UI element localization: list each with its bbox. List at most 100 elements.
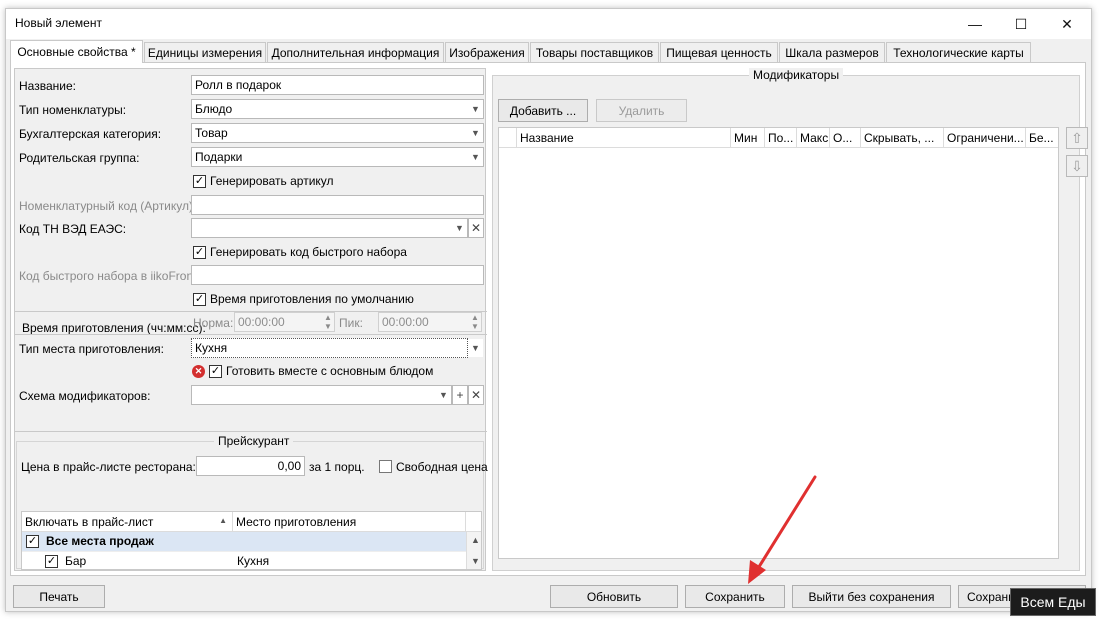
cook-with-main-label: Готовить вместе с основным блюдом [226, 364, 434, 378]
delete-modifier-button[interactable]: Удалить [596, 99, 687, 122]
modifiers-table: Название Мин По... Макс О... Скрывать, .… [498, 127, 1059, 559]
pricelist-legend: Прейскурант [214, 434, 294, 448]
fastcode-input[interactable] [191, 265, 484, 285]
table-row[interactable]: ✓ Все места продаж [22, 532, 466, 551]
refresh-button[interactable]: Обновить [550, 585, 678, 608]
type-label: Тип номенклатуры: [19, 103, 127, 117]
row-checkbox[interactable]: ✓ [26, 535, 39, 548]
scroll-down-icon[interactable]: ▼ [471, 556, 480, 566]
free-price-checkbox[interactable] [379, 460, 392, 473]
tab-supplier-goods[interactable]: Товары поставщиков [530, 42, 659, 62]
chevron-down-icon[interactable]: ▼ [468, 124, 483, 142]
modifiers-group: Модификаторы Добавить ... Удалить Назван… [492, 68, 1088, 571]
peak-input[interactable]: 00:00:00 [378, 312, 482, 332]
cook-with-main-checkbox[interactable]: ✓ [209, 365, 222, 378]
modifiers-table-header: Название Мин По... Макс О... Скрывать, .… [499, 128, 1058, 148]
clear-icon[interactable]: ✕ [468, 385, 484, 405]
price-input[interactable]: 0,00 [196, 456, 305, 476]
type-value: Блюдо [195, 102, 233, 116]
pricelist-table-header: Включать в прайс-лист ▲ Место приготовле… [22, 512, 481, 532]
column-header[interactable]: О... [830, 128, 861, 148]
fastcode-label: Код быстрого набора в iikoFront: [19, 269, 200, 283]
dialog-window: Новый элемент — ☐ ✕ Основные свойства * … [5, 8, 1092, 612]
tnved-label: Код ТН ВЭД ЕАЭС: [19, 222, 127, 236]
scrollbar[interactable]: ▲ ▼ [466, 532, 481, 569]
column-header-label: Включать в прайс-лист [25, 515, 154, 529]
exit-without-save-button[interactable]: Выйти без сохранения [792, 585, 951, 608]
save-button[interactable]: Сохранить [685, 585, 785, 608]
chevron-down-icon[interactable]: ▼ [468, 339, 483, 357]
chevron-down-icon[interactable]: ▼ [468, 148, 483, 166]
norm-label: Норма: [193, 316, 234, 330]
tab-size-scale[interactable]: Шкала размеров [779, 42, 885, 62]
add-modifier-button[interactable]: Добавить ... [498, 99, 588, 122]
column-header[interactable]: Включать в прайс-лист ▲ [22, 512, 233, 532]
watermark-badge: Всем Еды [1010, 588, 1096, 616]
move-up-icon[interactable]: ⇧ [1066, 127, 1088, 149]
row-checkbox[interactable]: ✓ [45, 555, 58, 568]
chevron-down-icon[interactable]: ▼ [436, 386, 451, 404]
tab-images[interactable]: Изображения [445, 42, 529, 62]
spinner-icon: ▲ [471, 313, 479, 322]
price-label: Цена в прайс-листе ресторана: [21, 460, 196, 474]
row-place: Кухня [237, 554, 270, 568]
default-time-label: Время приготовления по умолчанию [210, 292, 414, 306]
add-icon[interactable]: + [452, 385, 468, 405]
spinner-icon: ▲ [324, 313, 332, 322]
cook-time-label: Время приготовления (чч:мм:сс): [22, 321, 206, 335]
column-header[interactable]: Название [517, 128, 731, 148]
article-input[interactable] [191, 195, 484, 215]
column-header[interactable]: Мин [731, 128, 765, 148]
close-button[interactable]: ✕ [1044, 9, 1090, 39]
modifiers-legend: Модификаторы [749, 68, 844, 82]
divider [15, 334, 487, 335]
name-label: Название: [19, 79, 76, 93]
modifier-scheme-label: Схема модификаторов: [19, 389, 151, 403]
pricelist-table: Включать в прайс-лист ▲ Место приготовле… [21, 511, 482, 570]
chevron-down-icon[interactable]: ▼ [468, 100, 483, 118]
gen-fastcode-label: Генерировать код быстрого набора [210, 245, 407, 259]
print-button[interactable]: Печать [13, 585, 105, 608]
parent-group-label: Родительская группа: [19, 151, 140, 165]
free-price-label: Свободная цена [396, 460, 488, 474]
maximize-button[interactable]: ☐ [998, 9, 1044, 39]
scroll-up-icon[interactable]: ▲ [471, 535, 480, 545]
minimize-button[interactable]: — [952, 9, 998, 39]
modifier-scheme-select[interactable] [191, 385, 452, 405]
tnved-select[interactable] [191, 218, 468, 238]
column-header[interactable]: Макс [797, 128, 830, 148]
clear-icon[interactable]: ✕ [468, 218, 484, 238]
column-header-indicator [499, 128, 517, 148]
parent-group-select[interactable]: Подарки [191, 147, 484, 167]
properties-panel: Название: Ролл в подарок Тип номенклатур… [14, 68, 488, 571]
column-header[interactable]: Место приготовления [233, 512, 466, 532]
tab-nutrition[interactable]: Пищевая ценность [660, 42, 778, 62]
gen-article-checkbox[interactable]: ✓ [193, 175, 206, 188]
table-row[interactable]: ✓ Бар Кухня [22, 551, 466, 569]
account-category-select[interactable]: Товар [191, 123, 484, 143]
window-title: Новый элемент [15, 16, 102, 30]
place-type-label: Тип места приготовления: [19, 342, 165, 356]
spinner-icon: ▼ [471, 322, 479, 331]
move-down-icon[interactable]: ⇩ [1066, 155, 1088, 177]
place-type-select[interactable]: Кухня [191, 338, 468, 358]
tab-units[interactable]: Единицы измерения [144, 42, 266, 62]
tab-tech-cards[interactable]: Технологические карты [886, 42, 1031, 62]
default-time-checkbox[interactable]: ✓ [193, 293, 206, 306]
chevron-down-icon[interactable]: ▼ [452, 219, 467, 237]
column-header[interactable]: Ограничени... [944, 128, 1026, 148]
tab-content: Название: Ролл в подарок Тип номенклатур… [10, 62, 1088, 576]
column-header[interactable]: Бе... [1026, 128, 1060, 148]
norm-input[interactable]: 00:00:00 [234, 312, 335, 332]
tab-main-properties[interactable]: Основные свойства * [10, 40, 143, 63]
gen-fastcode-checkbox[interactable]: ✓ [193, 246, 206, 259]
type-select[interactable]: Блюдо [191, 99, 484, 119]
account-category-label: Бухгалтерская категория: [19, 127, 162, 141]
column-header[interactable]: По... [765, 128, 797, 148]
tab-additional-info[interactable]: Дополнительная информация [267, 42, 444, 62]
divider [15, 431, 487, 432]
title-bar: Новый элемент — ☐ ✕ [6, 9, 1091, 39]
parent-group-value: Подарки [195, 150, 243, 164]
name-input[interactable]: Ролл в подарок [191, 75, 484, 95]
column-header[interactable]: Скрывать, ... [861, 128, 944, 148]
